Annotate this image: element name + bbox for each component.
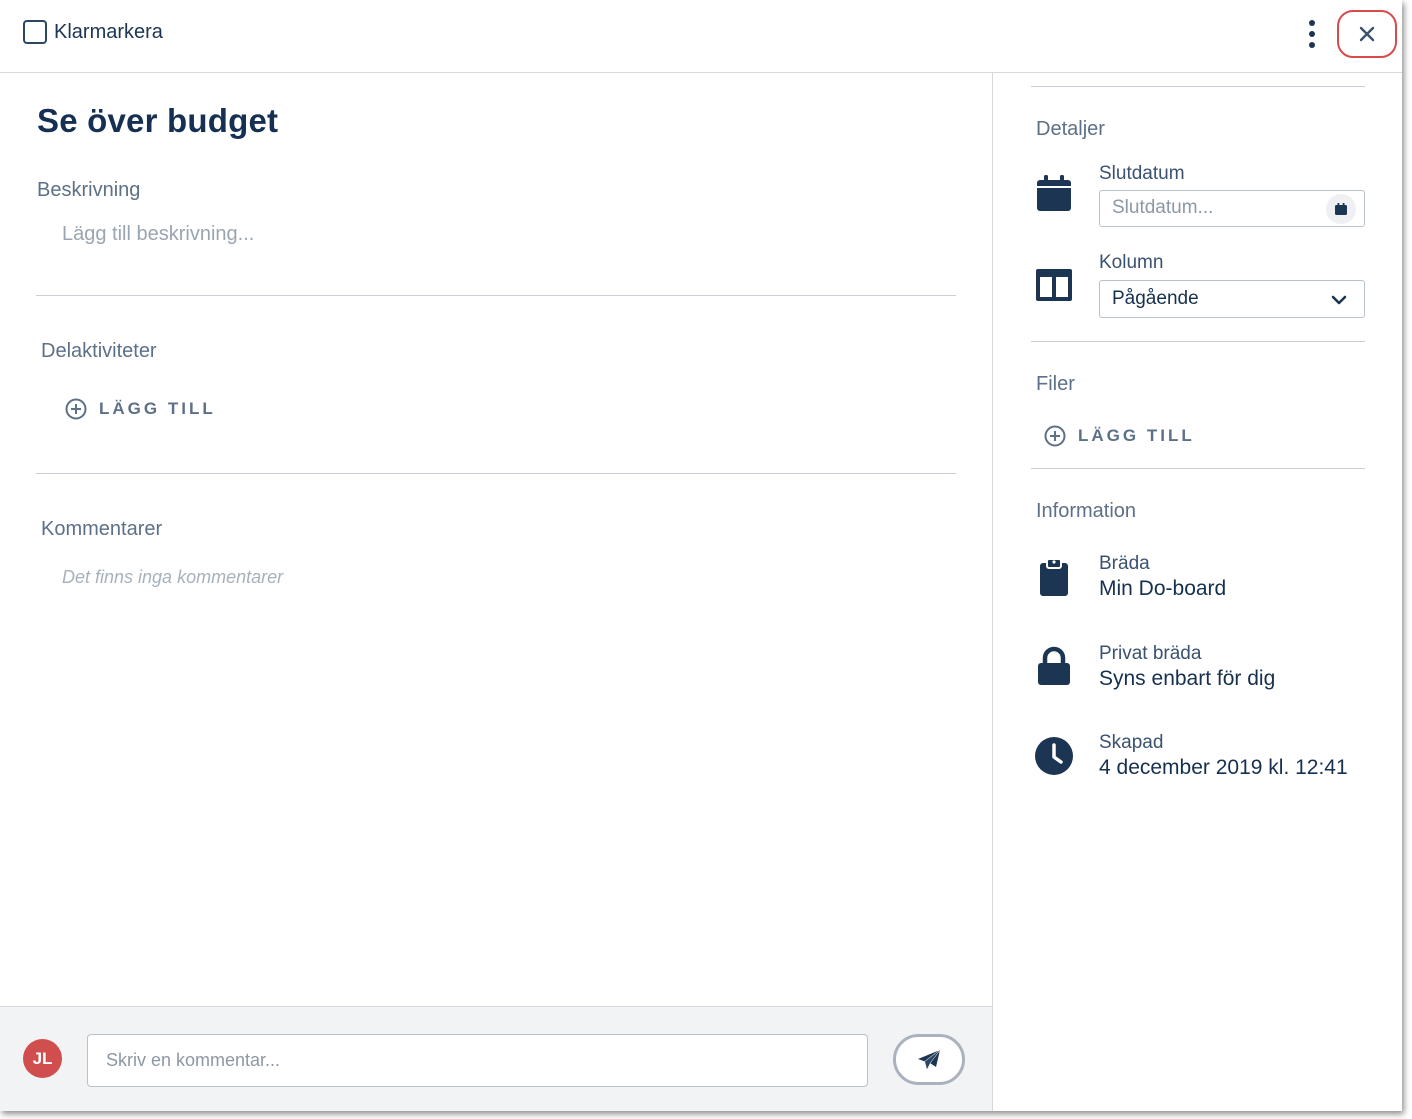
task-detail-dialog: Klarmarkera Se över budget Beskrivning L… — [0, 0, 1402, 1111]
more-options-button[interactable] — [1299, 18, 1325, 50]
mark-done-label: Klarmarkera — [54, 20, 163, 43]
created-label: Skapad — [1099, 732, 1164, 753]
date-picker-button[interactable] — [1326, 194, 1356, 224]
columns-icon — [1036, 269, 1072, 301]
divider — [1031, 86, 1365, 87]
calendar-icon — [1335, 203, 1347, 215]
send-icon — [918, 1049, 941, 1069]
add-file-button[interactable]: LÄGG TILL — [1044, 425, 1195, 447]
created-value: 4 december 2019 kl. 12:41 — [1099, 756, 1348, 779]
due-date-label: Slutdatum — [1099, 163, 1185, 184]
description-heading: Beskrivning — [37, 179, 141, 201]
comments-heading: Kommentarer — [41, 518, 163, 540]
information-heading: Information — [1036, 500, 1137, 522]
privacy-label: Privat bräda — [1099, 643, 1202, 664]
subtasks-heading: Delaktiviteter — [41, 340, 157, 362]
close-icon — [1359, 26, 1375, 42]
plus-circle-icon — [65, 398, 87, 420]
board-label: Bräda — [1099, 553, 1150, 574]
comment-input[interactable] — [87, 1034, 868, 1087]
column-label: Kolumn — [1099, 252, 1164, 273]
board-value: Min Do-board — [1099, 577, 1227, 600]
divider — [36, 473, 956, 474]
calendar-icon — [1037, 175, 1071, 211]
clock-icon — [1035, 737, 1073, 775]
avatar: JL — [23, 1039, 62, 1078]
files-heading: Filer — [1036, 373, 1075, 395]
clipboard-icon — [1040, 558, 1068, 596]
mark-done-toggle[interactable]: Klarmarkera — [23, 20, 163, 44]
details-heading: Detaljer — [1036, 118, 1105, 140]
add-subtask-label: LÄGG TILL — [99, 399, 216, 418]
plus-circle-icon — [1044, 425, 1066, 447]
task-title[interactable]: Se över budget — [37, 102, 278, 140]
mark-done-checkbox[interactable] — [23, 20, 47, 44]
chevron-down-icon — [1331, 295, 1347, 305]
task-main-panel: Se över budget Beskrivning Lägg till bes… — [0, 73, 992, 1006]
description-input[interactable]: Lägg till beskrivning... — [62, 223, 254, 246]
lock-icon — [1038, 646, 1070, 685]
add-subtask-button[interactable]: LÄGG TILL — [65, 398, 216, 420]
dialog-header: Klarmarkera — [0, 0, 1402, 73]
due-date-input[interactable] — [1112, 191, 1322, 224]
privacy-value: Syns enbart för dig — [1099, 667, 1276, 690]
no-comments-text: Det finns inga kommentarer — [62, 567, 284, 587]
divider — [1031, 468, 1365, 469]
comment-bar: JL — [0, 1006, 992, 1111]
column-select-value: Pågående — [1112, 288, 1199, 309]
more-vertical-icon — [1309, 20, 1315, 26]
send-comment-button[interactable] — [893, 1034, 965, 1085]
divider — [36, 295, 956, 296]
divider — [1031, 341, 1365, 342]
column-select[interactable]: Pågående — [1099, 280, 1365, 318]
add-file-label: LÄGG TILL — [1078, 426, 1195, 445]
due-date-field[interactable] — [1099, 190, 1365, 227]
task-side-panel: Detaljer Slutdatum Kolumn — [993, 73, 1402, 1111]
close-button[interactable] — [1337, 10, 1397, 58]
